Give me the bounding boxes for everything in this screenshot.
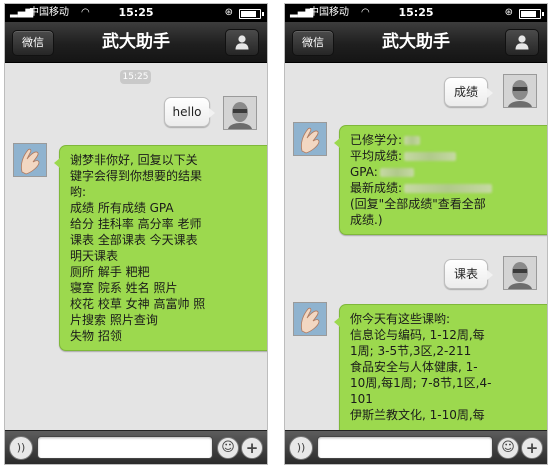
more-button[interactable]: + (521, 437, 543, 459)
reply-line: 片搜索 照片查询 (70, 313, 158, 327)
status-bar: ▂▄▆ 中国移动 ◠ 15:25 ⊛ (285, 4, 547, 22)
message-input[interactable] (37, 436, 213, 459)
bot-avatar[interactable] (13, 143, 47, 177)
orientation-lock-icon: ⊛ (224, 7, 233, 18)
reply-line: 成绩 所有成绩 GPA (70, 201, 174, 215)
voice-input-button[interactable]: )) (289, 436, 313, 460)
phone-screen-right: ▂▄▆ 中国移动 ◠ 15:25 ⊛ 微信 武大助手 成绩 已修学分: 平均成绩… (284, 3, 548, 465)
average-label: 平均成绩: (350, 149, 403, 163)
voice-input-button[interactable]: )) (9, 436, 33, 460)
reply-line: 厕所 解手 粑粑 (70, 265, 150, 279)
latest-label: 最新成绩: (350, 181, 403, 195)
redacted-value (404, 184, 493, 193)
schedule-line: 食品安全与人体健康, 1- (350, 360, 478, 374)
reply-line: 寝室 院系 姓名 照片 (70, 281, 178, 295)
user-avatar[interactable] (503, 256, 537, 290)
smiley-icon: ☺ (501, 440, 515, 455)
status-bar: ▂▄▆ 中国移动 ◠ 15:25 ⊛ (5, 4, 267, 22)
schedule-line: 信息论与编码, 1-12周,每 (350, 328, 485, 342)
hint-line: (回复"全部成绩"查看全部 (350, 197, 486, 211)
hint-line: 成绩.) (350, 213, 383, 227)
more-button[interactable]: + (241, 437, 263, 459)
plus-icon: + (525, 439, 539, 457)
reply-line: 失物 招领 (70, 329, 122, 343)
gpa-row: GPA: (350, 164, 547, 180)
redacted-value (379, 168, 414, 177)
schedule-line: 1周; 3-5节,3区,2-211 (350, 344, 472, 358)
profile-button[interactable] (505, 29, 539, 56)
latest-row: 最新成绩: (350, 180, 547, 196)
message-timestamp: 15:25 (120, 70, 151, 84)
voice-icon: )) (16, 441, 26, 454)
reply-line: 谢梦非你好, 回复以下关 (70, 153, 198, 167)
reply-line: 校花 校草 女神 高富帅 照 (70, 297, 206, 311)
person-icon (235, 35, 249, 50)
input-bar: )) ☺ + (5, 430, 267, 464)
reply-line: 给分 挂科率 高分率 老师 (70, 217, 202, 231)
emoji-button[interactable]: ☺ (497, 437, 519, 459)
sent-message-hello[interactable]: hello (164, 97, 215, 127)
person-icon (515, 35, 529, 50)
navigation-bar: 微信 武大助手 (5, 22, 267, 63)
message-input[interactable] (317, 436, 493, 459)
average-row: 平均成绩: (350, 148, 547, 164)
smiley-icon: ☺ (221, 440, 235, 455)
schedule-reply-message[interactable]: 你今天有这些课哟: 信息论与编码, 1-12周,每 1周; 3-5节,3区,2-… (334, 304, 547, 431)
chat-area[interactable]: 成绩 已修学分: 平均成绩: GPA: 最新成绩: (回复"全部成绩"查看全部 … (285, 63, 547, 431)
reply-line: 课表 全部课表 今天课表 (70, 233, 198, 247)
orientation-lock-icon: ⊛ (504, 7, 513, 18)
battery-icon (239, 9, 264, 19)
user-photo-icon (504, 75, 536, 107)
credits-row: 已修学分: (350, 132, 547, 148)
schedule-line: 10周,每1周; 7-8节,1区,4- (350, 376, 492, 390)
clapping-hands-icon (294, 303, 326, 335)
reply-line: 明天课表 (70, 249, 119, 263)
reply-line: 哟: (70, 185, 87, 199)
emoji-button[interactable]: ☺ (217, 437, 239, 459)
user-photo-icon (504, 257, 536, 289)
grades-reply-message[interactable]: 已修学分: 平均成绩: GPA: 最新成绩: (回复"全部成绩"查看全部 成绩.… (334, 125, 547, 235)
profile-button[interactable] (225, 29, 259, 56)
battery-icon (519, 9, 544, 19)
input-bar: )) ☺ + (285, 430, 547, 464)
chat-area[interactable]: 15:25 hello 谢梦非你好, 回复以下关 键字会得到你想要的结果 哟: … (5, 63, 267, 431)
credits-label: 已修学分: (350, 133, 403, 147)
reply-menu-message[interactable]: 谢梦非你好, 回复以下关 键字会得到你想要的结果 哟: 成绩 所有成绩 GPA … (54, 145, 267, 351)
clapping-hands-icon (14, 144, 46, 176)
gpa-label: GPA: (350, 165, 378, 179)
clapping-hands-icon (294, 123, 326, 155)
user-avatar[interactable] (503, 74, 537, 108)
navigation-bar: 微信 武大助手 (285, 22, 547, 63)
voice-icon: )) (296, 441, 306, 454)
reply-line: 键字会得到你想要的结果 (70, 169, 203, 183)
schedule-line: 101 (350, 392, 373, 406)
bot-avatar[interactable] (293, 122, 327, 156)
user-avatar[interactable] (223, 96, 257, 130)
bot-avatar[interactable] (293, 302, 327, 336)
schedule-line: 伊斯兰教文化, 1-10周,每 (350, 408, 485, 422)
schedule-line: 你今天有这些课哟: (350, 312, 451, 326)
redacted-value (404, 152, 457, 161)
user-photo-icon (224, 97, 256, 129)
sent-message-schedule[interactable]: 课表 (444, 259, 493, 289)
redacted-value (404, 136, 421, 145)
phone-screen-left: ▂▄▆ 中国移动 ◠ 15:25 ⊛ 微信 武大助手 15:25 hello 谢… (4, 3, 268, 465)
plus-icon: + (245, 439, 259, 457)
sent-message-grades[interactable]: 成绩 (444, 77, 493, 107)
